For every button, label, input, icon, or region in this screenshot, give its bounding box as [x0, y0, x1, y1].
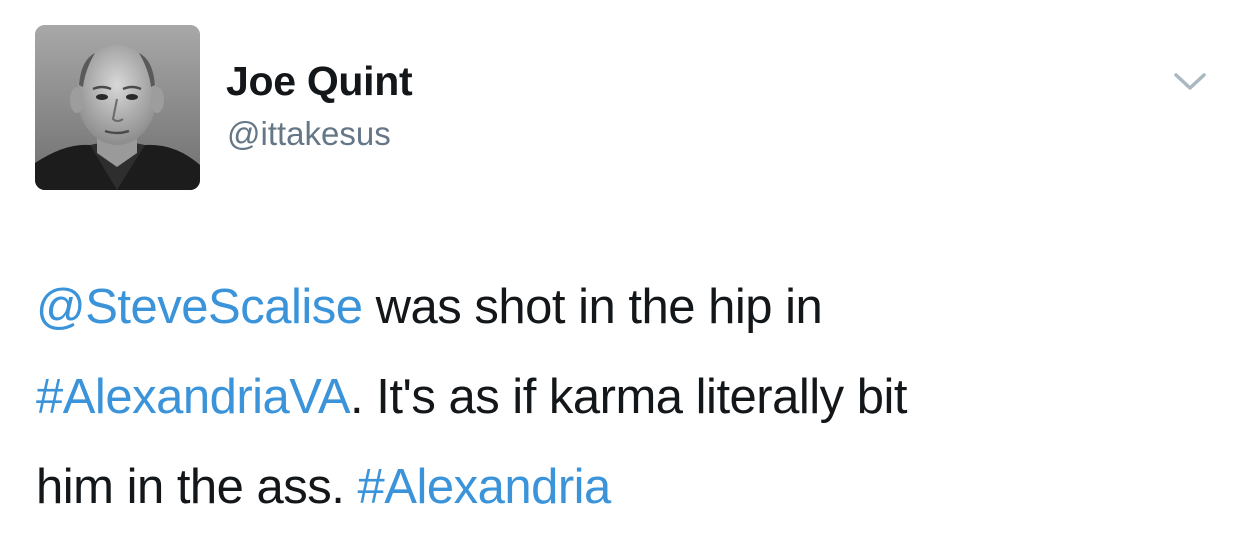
tweet-text-segment: was shot in the hip in — [362, 280, 823, 334]
avatar[interactable] — [35, 25, 200, 190]
tweet-text: @SteveScalise was shot in the hip in #Al… — [36, 262, 1216, 532]
tweet-text-segment: him in the ass. — [36, 460, 358, 514]
tweet-menu-button[interactable] — [1170, 66, 1210, 96]
tweet-card: Joe Quint @ittakesus @SteveScalise was s… — [0, 0, 1240, 553]
chevron-down-icon — [1174, 73, 1206, 90]
author-handle[interactable]: @ittakesus — [227, 114, 391, 154]
tweet-text-line: him in the ass. #Alexandria — [36, 442, 1216, 532]
tweet-text-line: #AlexandriaVA. It's as if karma literall… — [36, 352, 1216, 442]
author-display-name[interactable]: Joe Quint — [226, 58, 413, 104]
hashtag-link[interactable]: #AlexandriaVA — [36, 370, 351, 424]
mention-link[interactable]: @SteveScalise — [36, 280, 363, 334]
tweet-text-line: @SteveScalise was shot in the hip in — [36, 262, 1216, 352]
profile-photo-icon — [35, 25, 200, 190]
hashtag-link[interactable]: #Alexandria — [358, 460, 612, 514]
tweet-text-segment: . It's as if karma literally bit — [350, 370, 908, 424]
